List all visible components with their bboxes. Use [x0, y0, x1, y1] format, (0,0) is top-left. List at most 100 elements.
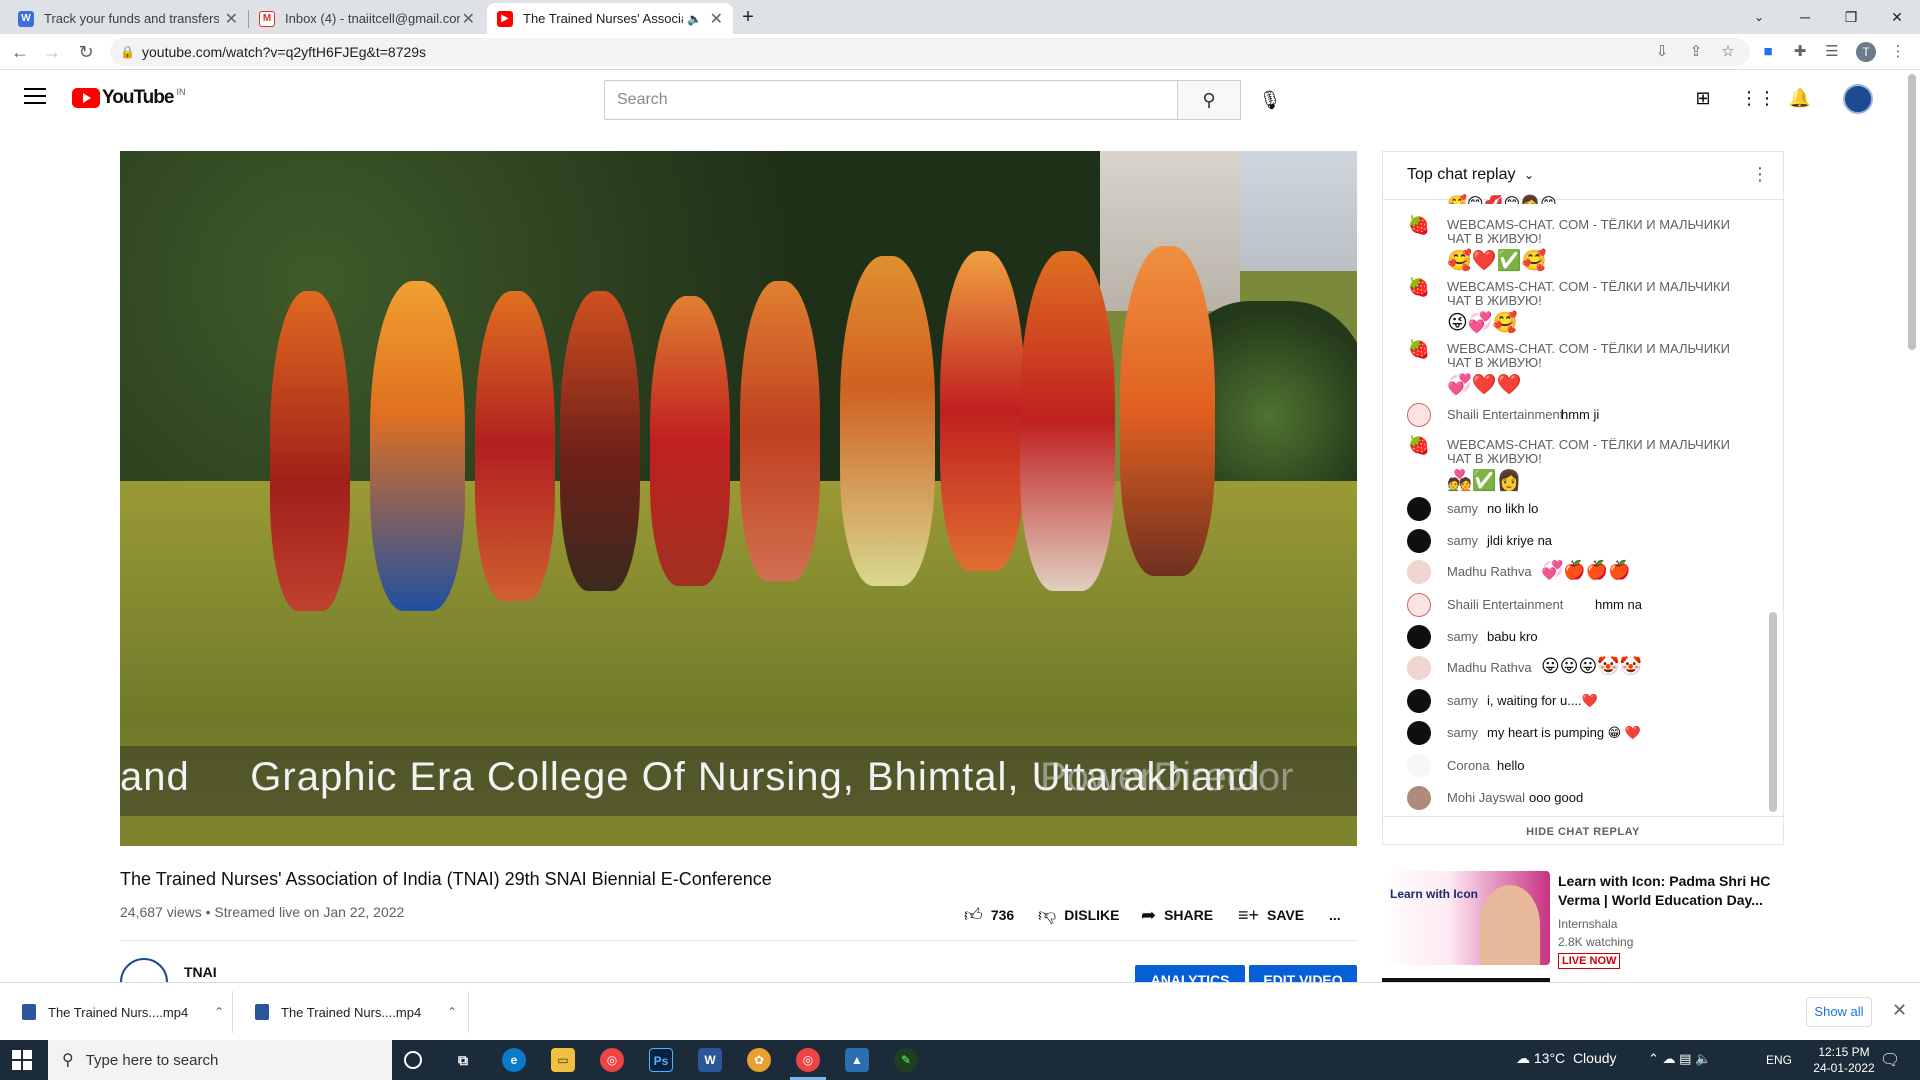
chat-more-icon[interactable]: ⋮ — [1751, 164, 1769, 185]
video-frame-dancer — [560, 291, 640, 591]
chevron-up-icon[interactable]: ⌃ — [1648, 1051, 1659, 1066]
reload-icon[interactable]: ↻ — [74, 40, 98, 64]
chat-message: Shaili Entertainment hmm ji — [1407, 403, 1767, 433]
close-window-button[interactable]: ✕ — [1874, 4, 1920, 30]
chat-mode-dropdown[interactable]: Top chat replay ⌄ — [1407, 166, 1534, 184]
install-icon[interactable]: ⇩ — [1652, 42, 1672, 62]
tab-search-chevron-icon[interactable]: ⌄ — [1736, 4, 1782, 30]
chat-author: Mohi Jayswal — [1447, 790, 1526, 805]
close-icon[interactable]: ✕ — [710, 9, 723, 29]
photoshop-icon[interactable]: Ps — [649, 1048, 673, 1072]
hamburger-menu-icon[interactable] — [24, 88, 46, 106]
save-button[interactable]: ≡+ SAVE — [1238, 905, 1304, 925]
chat-author: samy — [1447, 693, 1479, 708]
search-input[interactable]: Search — [604, 80, 1178, 120]
extensions-puzzle-icon[interactable]: ✚ — [1790, 42, 1810, 62]
back-arrow-icon[interactable]: ← — [8, 40, 32, 64]
create-video-icon[interactable]: ⊞ — [1691, 86, 1715, 110]
channel-name[interactable]: TNAI — [184, 964, 217, 980]
video-file-icon — [255, 1004, 269, 1020]
youtube-logo[interactable]: YouTube IN — [72, 87, 185, 109]
more-actions-button[interactable]: ... — [1329, 905, 1341, 925]
tab-funds[interactable]: W Track your funds and transfers on ✕ — [8, 3, 248, 34]
hide-chat-replay-button[interactable]: HIDE CHAT REPLAY — [1383, 816, 1783, 844]
chat-text: 😛😛😛🤡🤡 — [1541, 656, 1643, 676]
tab-gmail[interactable]: M Inbox (4) - tnaiitcell@gmail.com ✕ — [249, 3, 485, 34]
show-all-downloads-button[interactable]: Show all — [1806, 997, 1872, 1027]
file-explorer-icon[interactable]: ▭ — [551, 1048, 575, 1072]
edge-icon[interactable]: e — [502, 1048, 526, 1072]
photo-viewer-icon[interactable]: ▲ — [845, 1048, 869, 1072]
task-view-icon[interactable]: ⧉ — [451, 1048, 475, 1072]
recommendation-title[interactable]: Learn with Icon: Padma Shri HC Verma | W… — [1558, 872, 1778, 910]
chat-message: samy my heart is pumping 😁 ❤️ — [1407, 721, 1767, 749]
recommendation-channel[interactable]: Internshala — [1558, 917, 1617, 931]
network-icon[interactable]: ▤ — [1679, 1051, 1691, 1066]
system-tray[interactable]: ⌃ ☁ ▤ 🔈 — [1648, 1051, 1711, 1067]
video-frame-dancer — [475, 291, 555, 601]
chat-message: Shaili Entertainment hmm na — [1407, 593, 1767, 621]
tab-youtube[interactable]: ▶ The Trained Nurses' Association 🔈 ✕ — [487, 3, 733, 34]
kebab-menu-icon[interactable]: ⋮ — [1888, 42, 1908, 62]
chat-text: my heart is pumping 😁 ❤️ — [1487, 725, 1642, 740]
chat-message: samy babu kro — [1407, 625, 1767, 653]
close-icon[interactable]: ✕ — [1892, 1000, 1907, 1021]
reading-list-icon[interactable]: ☰ — [1822, 42, 1842, 62]
download-item[interactable]: The Trained Nurs....mp4 ⌃ — [22, 983, 224, 1041]
chevron-up-icon[interactable]: ⌃ — [214, 1005, 224, 1019]
bookmark-star-icon[interactable]: ☆ — [1718, 42, 1738, 62]
new-tab-button[interactable]: + — [734, 4, 762, 30]
download-filename: The Trained Nurs....mp4 — [281, 1004, 422, 1020]
close-icon[interactable]: ✕ — [225, 9, 238, 29]
url-text: youtube.com/watch?v=q2yftH6FJEg&t=8729s — [142, 44, 427, 60]
chevron-up-icon[interactable]: ⌃ — [447, 1005, 457, 1019]
youtube-wordmark: YouTube — [102, 87, 174, 108]
share-button[interactable]: ➦ SHARE — [1141, 905, 1213, 925]
maximize-button[interactable]: ❐ — [1828, 4, 1874, 30]
weather-widget[interactable]: ☁ 13°C Cloudy — [1516, 1050, 1617, 1067]
notification-center-icon[interactable]: 🗨 — [1880, 1050, 1900, 1070]
like-button[interactable]: 👍︎ 736 — [964, 905, 1014, 925]
chevron-down-icon: ⌄ — [1523, 168, 1535, 182]
onedrive-icon[interactable]: ☁ — [1663, 1051, 1676, 1066]
video-title: The Trained Nurses' Association of India… — [120, 869, 772, 889]
chat-scrollbar[interactable] — [1769, 612, 1777, 812]
word-icon[interactable]: W — [698, 1048, 722, 1072]
apps-grid-icon[interactable]: ⋮⋮ — [1740, 86, 1776, 110]
zoom-extension-icon[interactable]: ■ — [1758, 42, 1778, 62]
system-clock[interactable]: 12:15 PM 24-01-2022 — [1804, 1044, 1884, 1076]
minimize-button[interactable]: ─ — [1782, 4, 1828, 30]
account-avatar[interactable] — [1843, 84, 1873, 114]
input-language[interactable]: ENG — [1766, 1053, 1792, 1067]
video-frame-dancer — [940, 251, 1025, 571]
powerdirector-icon[interactable]: ✎ — [894, 1048, 918, 1072]
photos-icon[interactable]: ✿ — [747, 1048, 771, 1072]
divider — [120, 940, 1357, 941]
gmail-icon: M — [259, 10, 275, 27]
youtube-icon: ▶ — [497, 10, 513, 27]
search-button[interactable]: ⚲ — [1177, 80, 1241, 120]
video-frame-dancer — [840, 256, 935, 586]
profile-avatar-icon[interactable]: T — [1856, 42, 1876, 62]
chat-author: Shaili Entertainment — [1447, 407, 1564, 422]
voice-search-button[interactable]: 🎙 — [1250, 80, 1290, 120]
chrome-active-icon[interactable]: ◎ — [796, 1048, 820, 1072]
download-item[interactable]: The Trained Nurs....mp4 ⌃ — [255, 983, 457, 1041]
close-icon[interactable]: ✕ — [462, 9, 475, 29]
taskbar-search-box[interactable]: ⚲ Type here to search — [48, 1040, 392, 1080]
chat-text: hmm ji — [1561, 407, 1600, 422]
cortana-icon[interactable] — [404, 1051, 422, 1069]
windows-start-icon[interactable] — [12, 1050, 32, 1070]
dislike-button[interactable]: 👎︎ DISLIKE — [1038, 905, 1120, 925]
speaker-icon[interactable]: 🔈 — [687, 12, 702, 26]
url-field[interactable]: 🔒 youtube.com/watch?v=q2yftH6FJEg&t=8729… — [110, 38, 1750, 66]
chrome-icon[interactable]: ◎ — [600, 1048, 624, 1072]
page-scrollbar[interactable] — [1908, 74, 1916, 350]
video-player[interactable]: and Graphic Era College Of Nursing, Bhim… — [120, 151, 1357, 846]
volume-icon[interactable]: 🔈 — [1695, 1051, 1711, 1066]
forward-arrow-icon[interactable]: → — [40, 40, 64, 64]
youtube-header: YouTube IN Search ⚲ 🎙 ⊞ ⋮⋮ 🔔 — [0, 70, 1920, 126]
share-icon[interactable]: ⇪ — [1686, 42, 1706, 62]
notifications-bell-icon[interactable]: 🔔 — [1788, 86, 1812, 110]
recommendation-thumbnail[interactable]: Learn with Icon — [1382, 871, 1550, 965]
